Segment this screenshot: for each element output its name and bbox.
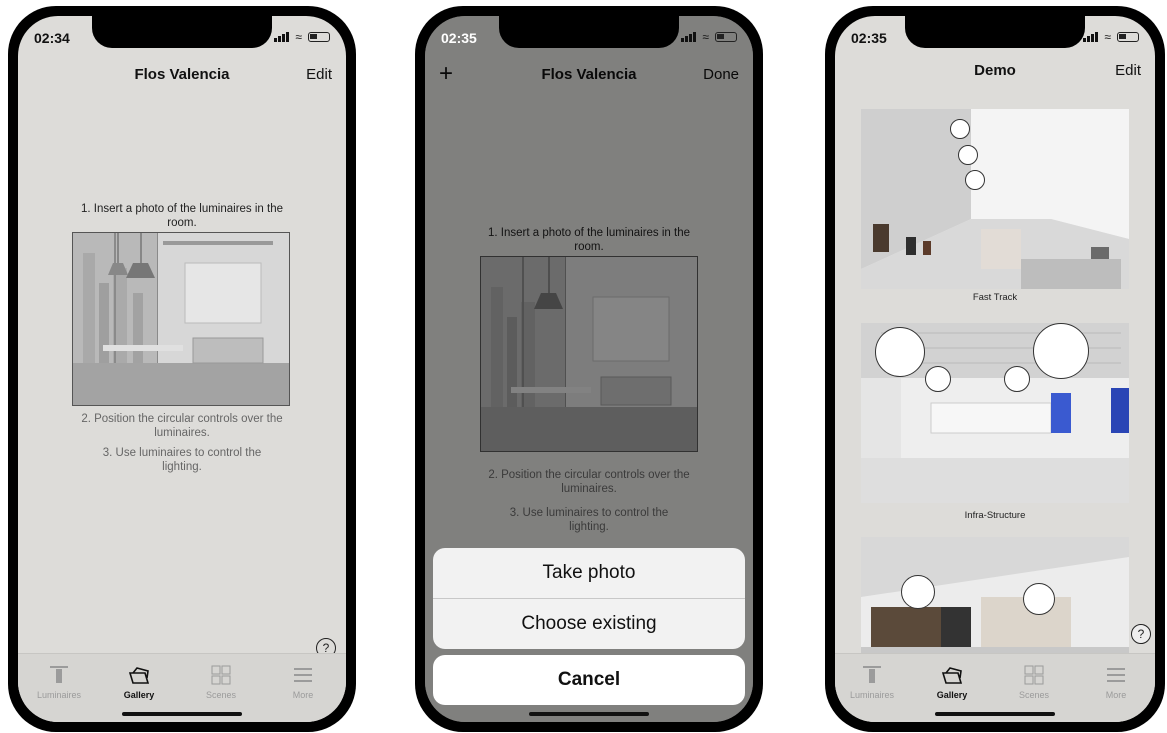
- menu-icon: [1081, 664, 1151, 686]
- tab-luminaires[interactable]: Luminaires: [837, 664, 907, 700]
- edit-button[interactable]: Edit: [1115, 62, 1141, 79]
- choose-existing-button[interactable]: Choose existing: [433, 599, 745, 649]
- wifi-icon: ≈: [1104, 30, 1111, 44]
- notch: [499, 16, 679, 48]
- edit-button[interactable]: Edit: [306, 66, 332, 83]
- tab-luminaires[interactable]: Luminaires: [24, 664, 94, 700]
- tab-label: Scenes: [205, 690, 237, 700]
- instruction-step-3: 3. Use luminaires to control the lightin…: [102, 447, 262, 473]
- gallery-icon: [917, 664, 987, 686]
- home-indicator: [935, 712, 1055, 716]
- screen-1: 02:34 ≈ Flos Valencia Edit 1. Insert a p…: [18, 16, 346, 722]
- tab-label: Gallery: [123, 690, 155, 700]
- gallery-caption: Fast Track: [972, 292, 1018, 303]
- notch: [905, 16, 1085, 48]
- wifi-icon: ≈: [702, 30, 709, 44]
- tab-gallery[interactable]: Gallery: [917, 664, 987, 700]
- instruction-step-2: 2. Position the circular controls over t…: [81, 413, 283, 439]
- tab-label: Luminaires: [849, 690, 895, 700]
- screen-2: 02:35 ≈ + Flos Valencia Done 1. Insert a…: [425, 16, 753, 722]
- tab-gallery[interactable]: Gallery: [104, 664, 174, 700]
- signal-icon: [274, 32, 290, 42]
- tab-more[interactable]: More: [268, 664, 338, 700]
- cancel-button[interactable]: Cancel: [433, 655, 745, 705]
- gallery-item-infra-structure[interactable]: [861, 323, 1129, 503]
- gallery-item-office[interactable]: [861, 537, 1129, 667]
- luminaire-control[interactable]: [965, 170, 985, 190]
- sample-room-image: [72, 232, 290, 406]
- luminaire-control[interactable]: [875, 327, 925, 377]
- notch: [92, 16, 272, 48]
- gallery-icon: [104, 664, 174, 686]
- battery-icon: [1117, 32, 1139, 42]
- luminaire-control[interactable]: [1004, 366, 1030, 392]
- status-time: 02:34: [34, 30, 70, 46]
- home-indicator: [122, 712, 242, 716]
- status-time: 02:35: [851, 30, 887, 46]
- luminaire-control[interactable]: [901, 575, 935, 609]
- phone-frame-1: 02:34 ≈ Flos Valencia Edit 1. Insert a p…: [8, 6, 356, 732]
- luminaire-control[interactable]: [950, 119, 970, 139]
- phone-frame-3: 02:35 ≈ Demo Edit Fast Track Infra-Struc…: [825, 6, 1165, 732]
- scenes-grid-icon: [186, 664, 256, 686]
- status-icons: ≈: [274, 30, 330, 44]
- instruction-step-1: 1. Insert a photo of the luminaires in t…: [80, 203, 283, 229]
- home-indicator: [529, 712, 649, 716]
- tab-label: More: [292, 690, 314, 700]
- tab-label: More: [1105, 690, 1127, 700]
- battery-icon: [308, 32, 330, 42]
- battery-icon: [715, 32, 737, 42]
- action-sheet: Take photo Choose existing: [433, 548, 745, 649]
- help-icon[interactable]: ?: [1131, 624, 1151, 644]
- signal-icon: [1083, 32, 1099, 42]
- page-title: Demo: [974, 62, 1016, 79]
- signal-icon: [681, 32, 697, 42]
- status-icons: ≈: [1083, 30, 1139, 44]
- page-title: Flos Valencia: [134, 66, 230, 83]
- luminaire-icon: [24, 664, 94, 686]
- status-icons: ≈: [681, 30, 737, 44]
- gallery-item-fast-track[interactable]: [861, 109, 1129, 289]
- screen-3: 02:35 ≈ Demo Edit Fast Track Infra-Struc…: [835, 16, 1155, 722]
- take-photo-button[interactable]: Take photo: [433, 548, 745, 598]
- gallery-caption: Infra-Structure: [964, 510, 1026, 521]
- luminaire-control[interactable]: [1033, 323, 1089, 379]
- menu-icon: [268, 664, 338, 686]
- tab-label: Luminaires: [36, 690, 82, 700]
- luminaire-control[interactable]: [1023, 583, 1055, 615]
- status-time: 02:35: [441, 30, 477, 46]
- tab-label: Gallery: [936, 690, 968, 700]
- wifi-icon: ≈: [295, 30, 302, 44]
- tab-bar: Luminaires Gallery Scenes More: [18, 653, 346, 722]
- phone-frame-2: 02:35 ≈ + Flos Valencia Done 1. Insert a…: [415, 6, 763, 732]
- tab-scenes[interactable]: Scenes: [186, 664, 256, 700]
- tab-label: Scenes: [1018, 690, 1050, 700]
- tab-scenes[interactable]: Scenes: [999, 664, 1069, 700]
- tab-more[interactable]: More: [1081, 664, 1151, 700]
- scenes-grid-icon: [999, 664, 1069, 686]
- luminaire-icon: [837, 664, 907, 686]
- luminaire-control[interactable]: [958, 145, 978, 165]
- tab-bar: Luminaires Gallery Scenes More: [835, 653, 1155, 722]
- luminaire-control[interactable]: [925, 366, 951, 392]
